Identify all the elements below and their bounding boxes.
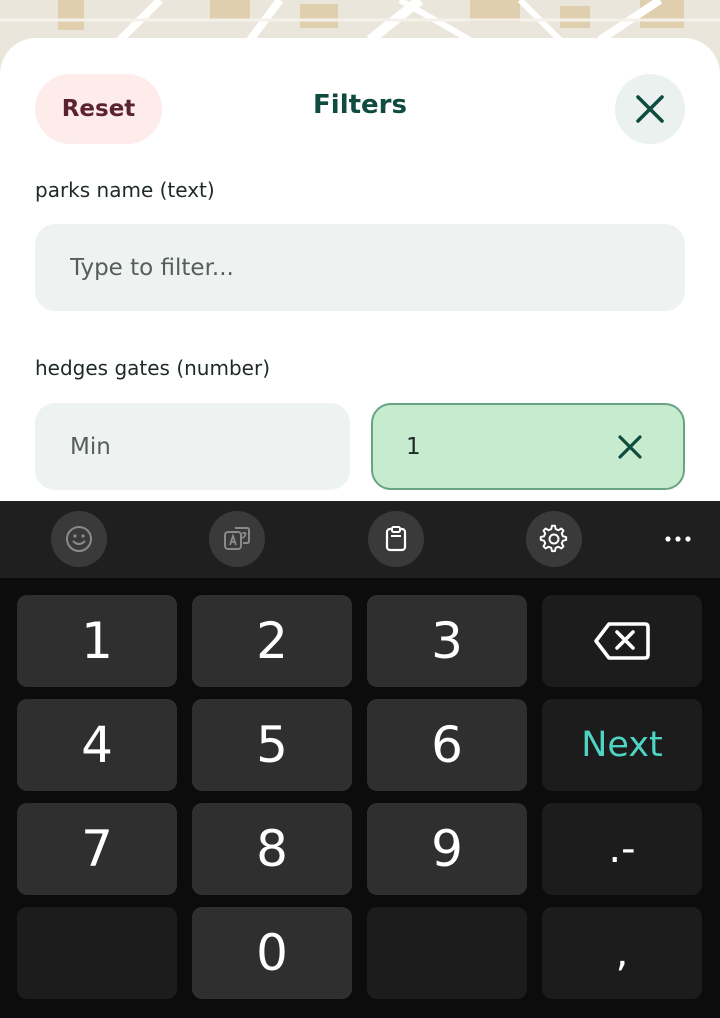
next-key[interactable]: Next (542, 699, 702, 791)
empty-key-right (367, 907, 527, 999)
filters-sheet: Reset Filters parks name (text) hedges g… (0, 38, 720, 508)
key-2[interactable]: 2 (192, 595, 352, 687)
clear-max-button[interactable] (610, 427, 650, 467)
more-button[interactable] (650, 511, 706, 567)
close-button[interactable] (615, 74, 685, 144)
backspace-icon (594, 622, 650, 660)
key-0[interactable]: 0 (192, 907, 352, 999)
emoji-button[interactable] (51, 511, 107, 567)
hedges-gates-label: hedges gates (number) (35, 356, 270, 380)
key-7[interactable]: 7 (17, 803, 177, 895)
settings-icon (539, 524, 568, 553)
more-icon (665, 536, 691, 542)
hedges-min-input[interactable]: Min (35, 403, 350, 490)
clipboard-icon (385, 526, 407, 552)
emoji-icon (66, 526, 92, 552)
translate-icon (224, 527, 250, 550)
numeric-keyboard: 1 2 3 4 5 6 Next 7 8 9 .- 0 , (0, 501, 720, 1018)
comma-key[interactable]: , (542, 907, 702, 999)
key-3[interactable]: 3 (367, 595, 527, 687)
key-9[interactable]: 9 (367, 803, 527, 895)
keyboard-toolbar (0, 501, 720, 578)
screen: Reset Filters parks name (text) hedges g… (0, 0, 720, 1018)
parks-name-input[interactable] (35, 224, 685, 311)
sheet-title: Filters (313, 90, 407, 120)
key-8[interactable]: 8 (192, 803, 352, 895)
hedges-max-input[interactable]: 1 (371, 403, 685, 490)
hedges-max-value: 1 (406, 433, 421, 460)
key-6[interactable]: 6 (367, 699, 527, 791)
settings-button[interactable] (526, 511, 582, 567)
key-1[interactable]: 1 (17, 595, 177, 687)
clear-icon (618, 434, 642, 459)
translate-button[interactable] (209, 511, 265, 567)
close-icon (636, 95, 664, 123)
key-5[interactable]: 5 (192, 699, 352, 791)
empty-key-left (17, 907, 177, 999)
dot-minus-key[interactable]: .- (542, 803, 702, 895)
hedges-min-placeholder: Min (70, 433, 111, 460)
clipboard-button[interactable] (368, 511, 424, 567)
parks-name-label: parks name (text) (35, 178, 215, 202)
key-4[interactable]: 4 (17, 699, 177, 791)
backspace-key[interactable] (542, 595, 702, 687)
